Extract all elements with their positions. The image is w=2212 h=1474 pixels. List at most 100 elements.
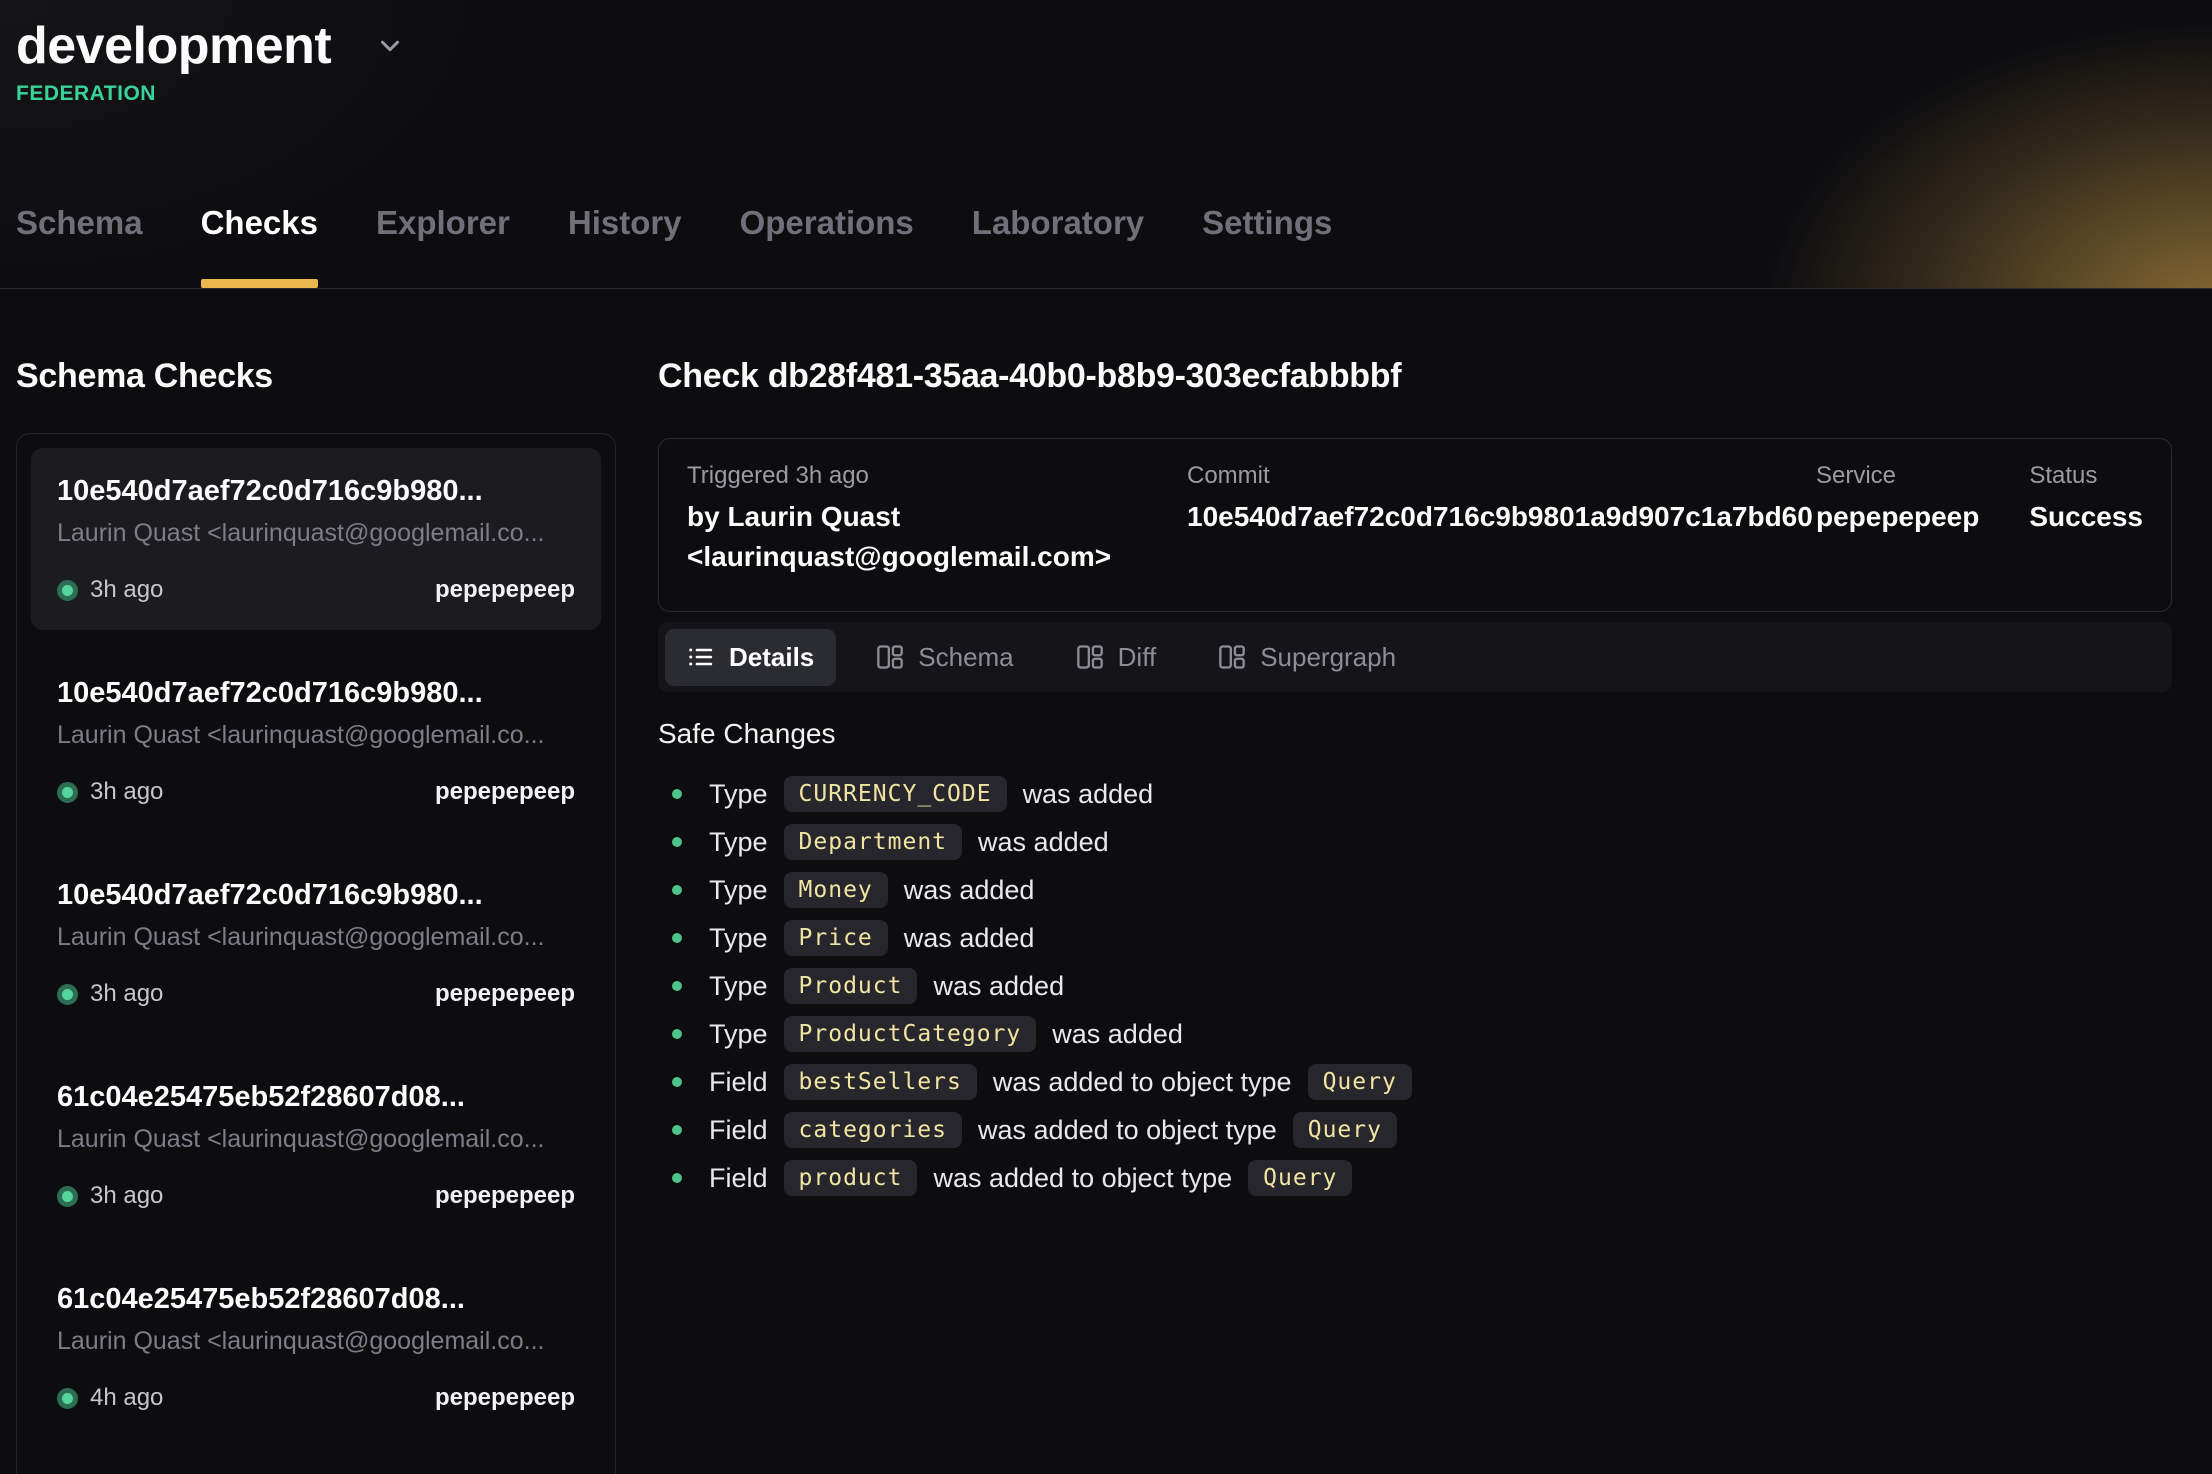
- detail-tab-label: Supergraph: [1260, 642, 1396, 673]
- change-kind: Type: [709, 827, 768, 858]
- change-code2-chip: Query: [1248, 1160, 1352, 1196]
- bullet-icon: [672, 1125, 682, 1135]
- change-kind: Type: [709, 875, 768, 906]
- info-status: Status Success: [2029, 461, 2143, 577]
- bullet-icon: [672, 1173, 682, 1183]
- check-author: Laurin Quast <laurinquast@googlemail.co.…: [57, 518, 575, 548]
- bullet-icon: [672, 981, 682, 991]
- change-item: Type Product was added: [658, 962, 2172, 1010]
- change-code2-chip: Query: [1308, 1064, 1412, 1100]
- change-kind: Field: [709, 1067, 768, 1098]
- tab-settings[interactable]: Settings: [1202, 204, 1332, 288]
- check-id: 10e540d7aef72c0d716c9b980...: [57, 675, 575, 711]
- project-switcher[interactable]: development: [0, 0, 2212, 76]
- status-label: Status: [2029, 461, 2143, 491]
- tab-schema[interactable]: Schema: [16, 204, 143, 288]
- change-text: was added to object type: [933, 1163, 1232, 1194]
- check-service: pepepepeep: [435, 1182, 575, 1210]
- detail-tab-bar: Details Schema: [658, 622, 2172, 692]
- check-list-item[interactable]: 61c04e25475eb52f28607d08... Laurin Quast…: [31, 1054, 601, 1236]
- check-meta: 3h ago pepepepeep: [57, 1181, 575, 1211]
- main-nav: Schema Checks Explorer History Operation…: [16, 204, 1332, 288]
- check-detail-panel: Check db28f481-35aa-40b0-b8b9-303ecfabbb…: [658, 357, 2172, 1474]
- check-meta: 3h ago pepepepeep: [57, 979, 575, 1009]
- triggered-label: Triggered 3h ago: [687, 461, 1137, 491]
- check-id: 61c04e25475eb52f28607d08...: [57, 1281, 575, 1317]
- detail-tab-diff[interactable]: Diff: [1054, 629, 1179, 686]
- check-info-box: Triggered 3h ago by Laurin Quast <laurin…: [658, 438, 2172, 612]
- change-code-chip: ProductCategory: [784, 1016, 1037, 1052]
- check-time: 4h ago: [90, 1384, 163, 1412]
- check-author: Laurin Quast <laurinquast@googlemail.co.…: [57, 720, 575, 750]
- change-kind: Type: [709, 1019, 768, 1050]
- detail-tab-details[interactable]: Details: [665, 629, 836, 686]
- detail-tab-supergraph[interactable]: Supergraph: [1196, 629, 1418, 686]
- columns-icon: [1076, 643, 1104, 671]
- change-kind: Type: [709, 971, 768, 1002]
- columns-icon: [1218, 643, 1246, 671]
- check-time: 3h ago: [90, 980, 163, 1008]
- tab-checks[interactable]: Checks: [201, 204, 318, 288]
- service-label: Service: [1816, 461, 1979, 491]
- tab-explorer[interactable]: Explorer: [376, 204, 510, 288]
- bullet-icon: [672, 1077, 682, 1087]
- check-list-item[interactable]: 61c04e25475eb52f28607d08... Laurin Quast…: [31, 1256, 601, 1438]
- check-time: 3h ago: [90, 778, 163, 806]
- federation-badge: FEDERATION: [0, 76, 2212, 106]
- change-text: was added: [904, 923, 1035, 954]
- detail-tab-schema[interactable]: Schema: [854, 629, 1035, 686]
- change-item: Type CURRENCY_CODE was added: [658, 770, 2172, 818]
- tab-laboratory[interactable]: Laboratory: [972, 204, 1144, 288]
- check-list-item[interactable]: 10e540d7aef72c0d716c9b980... Laurin Quas…: [31, 852, 601, 1034]
- status-dot-icon: [57, 1186, 78, 1207]
- project-header: development FEDERATION Schema Checks Exp…: [0, 0, 2212, 289]
- checks-list: 10e540d7aef72c0d716c9b980... Laurin Quas…: [16, 433, 616, 1474]
- check-id: 10e540d7aef72c0d716c9b980...: [57, 877, 575, 913]
- change-text: was added to object type: [993, 1067, 1292, 1098]
- list-icon: [687, 643, 715, 671]
- change-code2-chip: Query: [1293, 1112, 1397, 1148]
- check-time: 3h ago: [90, 1182, 163, 1210]
- status-dot-icon: [57, 580, 78, 601]
- check-meta: 3h ago pepepepeep: [57, 575, 575, 605]
- check-time: 3h ago: [90, 576, 163, 604]
- tab-operations[interactable]: Operations: [740, 204, 914, 288]
- check-meta: 3h ago pepepepeep: [57, 777, 575, 807]
- check-meta: 4h ago pepepepeep: [57, 1383, 575, 1413]
- info-service: Service pepepepeep: [1816, 461, 1979, 577]
- change-item: Type Money was added: [658, 866, 2172, 914]
- app-root: development FEDERATION Schema Checks Exp…: [0, 0, 2212, 1474]
- change-code-chip: CURRENCY_CODE: [784, 776, 1007, 812]
- check-service: pepepepeep: [435, 576, 575, 604]
- change-text: was added: [933, 971, 1064, 1002]
- chevron-down-icon[interactable]: [375, 31, 405, 61]
- check-id: 61c04e25475eb52f28607d08...: [57, 1079, 575, 1115]
- change-item: Field bestSellers was added to object ty…: [658, 1058, 2172, 1106]
- change-code-chip: product: [784, 1160, 918, 1196]
- change-text: was added: [1023, 779, 1154, 810]
- change-code-chip: Price: [784, 920, 888, 956]
- change-code-chip: Product: [784, 968, 918, 1004]
- change-kind: Type: [709, 779, 768, 810]
- bullet-icon: [672, 933, 682, 943]
- change-item: Type Department was added: [658, 818, 2172, 866]
- checks-sidebar: Schema Checks 10e540d7aef72c0d716c9b980.…: [16, 357, 616, 1474]
- status-dot-icon: [57, 782, 78, 803]
- project-title: development: [16, 16, 331, 76]
- change-item: Type Price was added: [658, 914, 2172, 962]
- check-author: Laurin Quast <laurinquast@googlemail.co.…: [57, 1124, 575, 1154]
- commit-label: Commit: [1187, 461, 1766, 491]
- change-code-chip: Department: [784, 824, 962, 860]
- status-value: Success: [2029, 497, 2143, 537]
- service-value: pepepepeep: [1816, 497, 1979, 537]
- content: Schema Checks 10e540d7aef72c0d716c9b980.…: [0, 289, 2212, 1474]
- triggered-value: by Laurin Quast <laurinquast@googlemail.…: [687, 497, 1137, 577]
- check-list-item[interactable]: 10e540d7aef72c0d716c9b980... Laurin Quas…: [31, 650, 601, 832]
- detail-tab-label: Schema: [918, 642, 1013, 673]
- tab-history[interactable]: History: [568, 204, 682, 288]
- info-triggered: Triggered 3h ago by Laurin Quast <laurin…: [687, 461, 1137, 577]
- check-list-item[interactable]: 10e540d7aef72c0d716c9b980... Laurin Quas…: [31, 448, 601, 630]
- check-author: Laurin Quast <laurinquast@googlemail.co.…: [57, 922, 575, 952]
- check-detail-title: Check db28f481-35aa-40b0-b8b9-303ecfabbb…: [658, 357, 2172, 396]
- safe-changes-list: Type CURRENCY_CODE was added Type Depart…: [658, 770, 2172, 1202]
